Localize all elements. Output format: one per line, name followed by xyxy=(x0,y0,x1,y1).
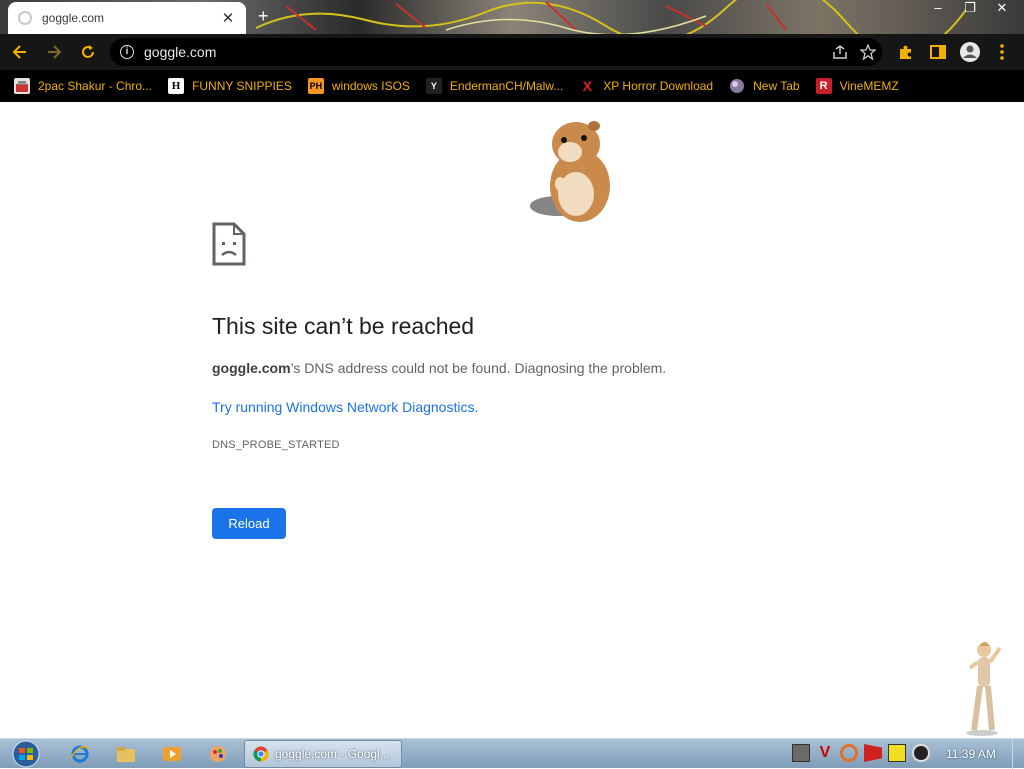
back-button[interactable] xyxy=(6,38,34,66)
ph-logo-icon: PH xyxy=(307,78,324,94)
tray-search-icon[interactable] xyxy=(840,744,858,762)
bookmarks-bar: 2pac Shakur - Chro... H FUNNY SNIPPIES P… xyxy=(0,70,1024,102)
menu-kebab-icon[interactable] xyxy=(988,38,1016,66)
browser-tab[interactable]: goggle.com ✕ xyxy=(8,2,246,34)
bookmark-item[interactable]: Y EndermanCH/Malw... xyxy=(425,78,564,94)
taskbar-window-title: goggle.com - Googl... xyxy=(275,747,390,761)
bookmark-item[interactable]: X XP Horror Download xyxy=(579,78,714,94)
error-description: goggle.com’s DNS address could not be fo… xyxy=(212,360,666,376)
r-logo-icon: R xyxy=(815,78,832,94)
system-tray: V xyxy=(792,744,930,762)
bookmark-label: New Tab xyxy=(753,79,800,93)
bookmark-2pac-icon xyxy=(14,78,30,94)
profile-avatar-icon[interactable] xyxy=(956,38,984,66)
sad-document-icon xyxy=(212,222,246,266)
file-explorer-icon[interactable] xyxy=(112,742,140,766)
site-info-icon[interactable]: i xyxy=(120,45,134,59)
paint-app-icon[interactable] xyxy=(204,742,232,766)
tray-app-icon[interactable] xyxy=(792,744,810,762)
dancing-figure-desktop-pet-icon[interactable] xyxy=(958,638,1006,738)
url-text[interactable]: goggle.com xyxy=(144,44,826,60)
bookmark-label: EndermanCH/Malw... xyxy=(449,79,564,93)
bookmark-label: VineMEMZ xyxy=(839,79,899,93)
restore-button[interactable]: ❐ xyxy=(954,0,986,18)
error-description-text: ’s DNS address could not be found. Diagn… xyxy=(290,360,667,376)
refresh-icon xyxy=(82,45,94,58)
toolbar-actions xyxy=(892,38,1016,66)
yt-logo-icon: Y xyxy=(425,78,442,94)
tray-volume-icon[interactable] xyxy=(912,744,930,762)
side-panel-icon[interactable] xyxy=(924,38,952,66)
address-bar[interactable]: i goggle.com xyxy=(110,38,882,66)
bookmark-label: windows ISOS xyxy=(331,79,410,93)
bookmark-item[interactable]: R VineMEMZ xyxy=(815,78,899,94)
internet-explorer-icon[interactable] xyxy=(66,742,94,766)
extensions-puzzle-icon[interactable] xyxy=(892,38,920,66)
media-player-icon[interactable] xyxy=(158,742,186,766)
tab-close-icon[interactable]: ✕ xyxy=(220,9,236,27)
reload-toolbar-button[interactable] xyxy=(74,38,102,66)
reload-button[interactable]: Reload xyxy=(212,508,286,539)
error-code: DNS_PROBE_STARTED xyxy=(212,439,340,451)
bookmark-item[interactable]: PH windows ISOS xyxy=(307,78,410,94)
windows-taskbar: goggle.com - Googl... V 11:39 AM xyxy=(0,738,1024,769)
taskbar-chrome-window-button[interactable]: goggle.com - Googl... xyxy=(244,740,402,768)
tray-flag-icon[interactable] xyxy=(864,744,882,762)
red-x-icon: X xyxy=(582,78,592,94)
bookmark-label: FUNNY SNIPPIES xyxy=(192,79,292,93)
bookmark-item[interactable]: H FUNNY SNIPPIES xyxy=(168,78,292,94)
minimize-button[interactable]: – xyxy=(922,0,954,18)
forward-arrow-icon xyxy=(48,45,62,59)
new-tab-button[interactable]: + xyxy=(258,6,269,27)
close-window-button[interactable]: ✕ xyxy=(986,0,1018,18)
bookmark-star-icon[interactable] xyxy=(854,38,882,66)
bookmark-item[interactable]: New Tab xyxy=(729,78,800,94)
letter-h-icon: H xyxy=(168,78,185,94)
share-icon[interactable] xyxy=(826,38,854,66)
window-controls: – ❐ ✕ xyxy=(922,0,1018,18)
tray-notification-icon[interactable] xyxy=(888,744,906,762)
forward-button[interactable] xyxy=(40,38,68,66)
bookmark-label: 2pac Shakur - Chro... xyxy=(38,79,153,93)
theme-background-art xyxy=(255,0,966,34)
browser-toolbar: i goggle.com xyxy=(0,34,1024,70)
network-diagnostics-link[interactable]: Try running Windows Network Diagnostics. xyxy=(212,399,478,415)
globe-icon xyxy=(729,78,745,94)
error-domain: goggle.com xyxy=(212,360,291,376)
window-titlebar: goggle.com ✕ + – ❐ ✕ xyxy=(0,0,1024,34)
start-button-windows-icon[interactable] xyxy=(8,740,44,768)
show-desktop-button[interactable] xyxy=(1012,739,1024,769)
hamster-desktop-pet-icon[interactable] xyxy=(528,114,624,224)
error-title: This site can’t be reached xyxy=(212,313,475,339)
bookmark-label: XP Horror Download xyxy=(603,79,714,93)
bookmark-item[interactable]: 2pac Shakur - Chro... xyxy=(14,78,152,94)
chrome-logo-icon xyxy=(253,746,269,762)
back-arrow-icon xyxy=(12,45,26,59)
page-content: This site can’t be reached goggle.com’s … xyxy=(0,102,1024,738)
taskbar-clock[interactable]: 11:39 AM xyxy=(946,747,996,761)
tab-title: goggle.com xyxy=(42,11,105,25)
tab-favicon-icon xyxy=(18,11,32,25)
tray-v-icon[interactable]: V xyxy=(816,744,834,762)
